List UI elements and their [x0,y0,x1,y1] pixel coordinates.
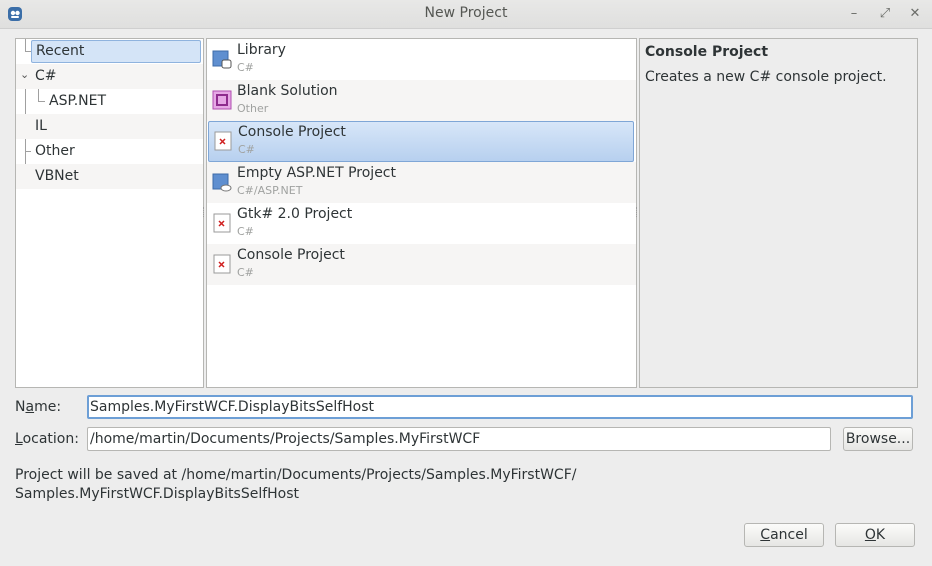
close-button[interactable]: ✕ [906,5,924,23]
template-language: C# [238,143,255,156]
category-item-aspnet[interactable]: ASP.NET [16,89,203,114]
category-label: Recent [36,43,85,59]
chevron-down-icon[interactable]: ⌄ [20,68,29,81]
description-title: Console Project [645,44,769,60]
console-project-icon [214,131,232,151]
console-project-icon [213,254,231,274]
category-item-csharp[interactable]: ⌄ C# [16,64,203,89]
template-item-console-project[interactable]: Console Project C# [208,121,634,162]
template-description-panel: Console Project Creates a new C# console… [639,38,918,388]
category-item-il[interactable]: IL [16,114,203,139]
category-item-other[interactable]: Other [16,139,203,164]
category-label: VBNet [35,168,79,184]
location-input[interactable]: /home/martin/Documents/Projects/Samples.… [87,427,831,451]
save-location-info: Project will be saved at /home/martin/Do… [15,466,615,504]
category-label: IL [35,118,47,134]
maximize-button[interactable]: ⤢ [876,5,894,23]
minimize-button[interactable]: – [845,5,863,23]
category-item-recent[interactable]: Recent [16,39,203,64]
template-name: Empty ASP.NET Project [237,165,396,181]
template-language: C# [237,225,254,238]
ok-button[interactable]: OK [835,523,915,547]
category-tree[interactable]: Recent ⌄ C# ASP.NET IL Other VBNet [15,38,204,388]
title-bar[interactable]: New Project – ⤢ ✕ [0,0,932,29]
template-item-empty-aspnet[interactable]: Empty ASP.NET Project C#/ASP.NET [207,162,636,203]
template-item-console-project-2[interactable]: Console Project C# [207,244,636,285]
location-label: Location: [15,431,79,447]
window-title: New Project [424,5,508,21]
save-location-line: Samples.MyFirstWCF.DisplayBitsSelfHost [15,486,300,502]
category-label: ASP.NET [49,93,107,109]
cancel-button[interactable]: Cancel [744,523,824,547]
category-label: C# [35,68,57,84]
template-language: Other [237,102,269,115]
browse-button[interactable]: Browse... [843,427,913,451]
gtk-project-icon [213,213,231,233]
template-name: Blank Solution [237,83,338,99]
template-name: Console Project [238,124,346,140]
name-label: Name: [15,399,62,415]
category-label: Other [35,143,75,159]
web-project-icon [212,173,232,192]
template-item-library[interactable]: Library C# [207,39,636,80]
solution-icon [212,90,232,110]
template-language: C#/ASP.NET [237,184,303,197]
template-list[interactable]: Library C# Blank Solution Other Console … [206,38,637,388]
template-item-gtk-project[interactable]: Gtk# 2.0 Project C# [207,203,636,244]
template-name: Library [237,42,286,58]
category-item-vbnet[interactable]: VBNet [16,164,203,189]
description-text: Creates a new C# console project. [645,69,887,85]
template-language: C# [237,266,254,279]
library-icon [212,50,232,69]
template-language: C# [237,61,254,74]
template-name: Gtk# 2.0 Project [237,206,353,222]
template-item-blank-solution[interactable]: Blank Solution Other [207,80,636,121]
name-input[interactable]: Samples.MyFirstWCF.DisplayBitsSelfHost [87,395,913,419]
save-location-line: Project will be saved at /home/martin/Do… [15,467,577,483]
template-name: Console Project [237,247,345,263]
